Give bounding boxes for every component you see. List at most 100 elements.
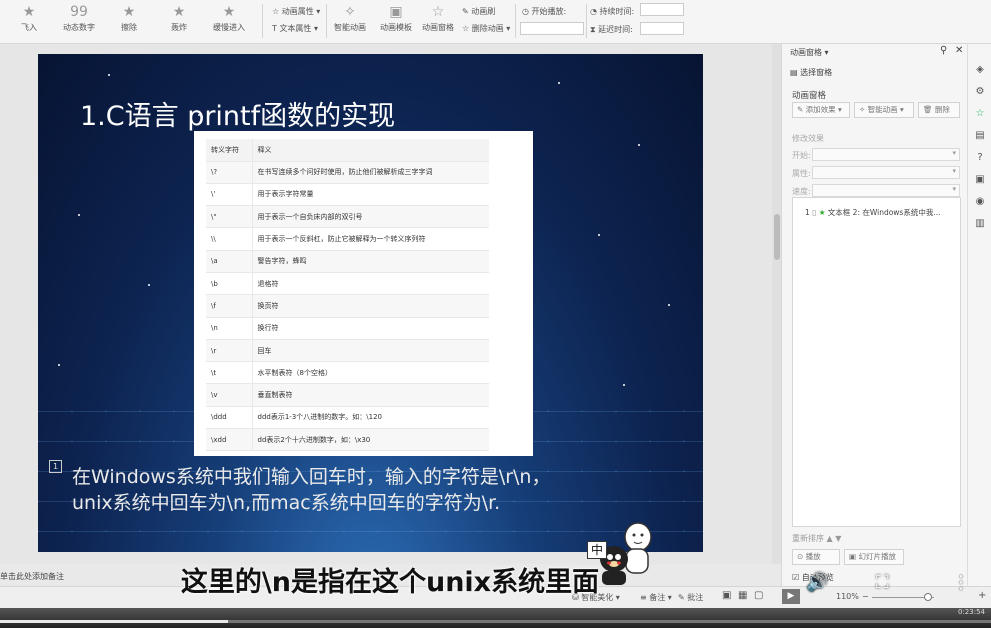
escape-char-table: 转义字符 释义 \? 在书写连续多个问好时使用，防止他们被解析成三字字词 \' 用于表… (206, 139, 489, 452)
slide-paragraph[interactable]: 在Windows系统中我们输入回车时，输入的字符是\r\n， unix系统中回车… (72, 464, 672, 516)
image-icon[interactable]: ▣ (974, 174, 986, 186)
delete-star-icon: ☆ (462, 24, 472, 33)
move-up-icon[interactable]: ▲ (827, 534, 833, 543)
smart-animation-button[interactable]: ✧ 智能动画 (330, 2, 370, 40)
animation-star-icon[interactable]: ☆ (974, 108, 986, 120)
dynamic-number-icon: 99 (70, 4, 88, 20)
wipe-button[interactable]: ★ 擦除 (106, 2, 152, 40)
meaning-cell: 换行符 (252, 317, 489, 340)
escape-char-cell: \' (206, 183, 253, 207)
panel-title[interactable]: 动画窗格 ▾ (790, 47, 829, 58)
table-row: \v 垂直制表符 (206, 383, 489, 407)
object-style-icon[interactable]: ◈ (974, 64, 986, 76)
animation-property-dropdown[interactable]: ☆ 动画属性 ▾ (272, 6, 320, 17)
escape-char-cell: \" (206, 205, 253, 229)
close-icon[interactable]: ✕ (955, 45, 963, 56)
slideshow-play-icon[interactable]: ▶ (782, 589, 800, 604)
animation-pane-button[interactable]: ☆ 动画窗格 (420, 2, 456, 40)
speed-select[interactable] (812, 184, 960, 197)
meaning-cell: 用于表示一个自负床内部的双引号 (252, 205, 489, 229)
pin-icon[interactable]: ⚲ (940, 45, 947, 56)
start-select[interactable] (812, 148, 960, 161)
animation-list[interactable]: 1 ▯ ★ 文本框 2: 在Windows系统中我... (792, 197, 961, 527)
slide-canvas[interactable]: 1.C语言 printf函数的实现 转义字符 释义 \? 在书写连续多个问好时使用… (38, 54, 703, 552)
add-effect-button[interactable]: ✎ 添加效果 ▾ (792, 102, 850, 118)
animation-pane-section-label: 动画窗格 (792, 91, 827, 101)
toolbar-separator (262, 4, 263, 38)
bomb-button[interactable]: ★ 轰炸 (156, 2, 202, 40)
zoom-in-icon[interactable]: + (978, 590, 986, 601)
paragraph-line: 在Windows系统中我们输入回车时，输入的字符是\r\n， (72, 466, 551, 488)
escape-char-cell: \? (206, 161, 253, 184)
animation-template-icon: ▣ (389, 4, 403, 20)
video-time: 0:23:54 (958, 608, 985, 616)
start-label: 开始: (792, 151, 811, 160)
zoom-slider-thumb[interactable] (924, 593, 932, 601)
col-header-escape: 转义字符 (206, 139, 253, 162)
slideshow-button[interactable]: ▣ 幻灯片播放 (844, 549, 904, 565)
meaning-cell: 换页符 (252, 294, 489, 318)
table-row: \xdd dd表示2个十六进制数字，如：\x30 (206, 428, 489, 452)
clock-icon: ◷ (522, 7, 532, 16)
move-down-icon[interactable]: ▼ (835, 534, 841, 543)
escape-char-cell: \ddd (206, 406, 253, 430)
animation-pane-icon: ☆ (431, 4, 445, 20)
ime-indicator[interactable]: 中 (587, 541, 607, 559)
video-progress-bar[interactable] (0, 620, 991, 623)
delay-icon: ⧗ (590, 25, 599, 34)
book-icon[interactable]: ▥ (974, 218, 986, 230)
slides-icon[interactable]: ▤ (974, 130, 986, 142)
right-icon-rail: ◈ ⚙ ☆ ▤ ? ▣ ◉ ▥ (967, 44, 991, 586)
animation-list-item[interactable]: 1 ▯ ★ 文本框 2: 在Windows系统中我... (805, 207, 941, 218)
paragraph-number-badge: 1 (49, 460, 62, 473)
slide-title[interactable]: 1.C语言 printf函数的实现 (80, 94, 395, 133)
delay-stepper[interactable] (640, 22, 684, 35)
speed-label: 速度: (792, 187, 811, 196)
paragraph-line: unix系统中回车为\n,而mac系统中回车的字符为\r. (72, 492, 501, 514)
scroll-thumb[interactable] (774, 214, 780, 260)
delay-label: ⧗ 延迟时间: (590, 25, 633, 34)
start-play-select[interactable] (520, 22, 584, 35)
play-button[interactable]: ⊙ 播放 (792, 549, 840, 565)
escape-char-cell: \\ (206, 227, 253, 251)
meaning-cell: 用于表示一个反斜杠，防止它被解释为一个转义序列符 (252, 227, 489, 251)
animation-brush-button[interactable]: ✎ 动画刷 (462, 6, 495, 17)
escape-char-cell: \n (206, 317, 253, 340)
duration-stepper[interactable] (640, 3, 684, 16)
table-row: \t 水平制表符（8个空格） (206, 361, 489, 385)
reorder-label: 重新排序 ▲ ▼ (792, 534, 842, 543)
properties-icon[interactable]: ⚙ (974, 86, 986, 98)
fullscreen-icon[interactable]: ⛶ (876, 572, 889, 593)
table-row: \n 换行符 (206, 317, 489, 340)
start-play-label: ◷ 开始播放: (522, 7, 567, 16)
property-select[interactable] (812, 166, 960, 179)
delete-effect-button[interactable]: 🗑 删除 (918, 102, 960, 118)
escape-char-cell: \t (206, 361, 253, 385)
more-options-icon[interactable]: ⋮ (952, 572, 970, 593)
animation-template-button[interactable]: ▣ 动画模板 (374, 2, 418, 40)
wipe-icon: ★ (122, 4, 136, 20)
escape-table-image[interactable]: 转义字符 释义 \? 在书写连续多个问好时使用，防止他们被解析成三字字词 \' 用于表… (194, 131, 533, 456)
table-row: \r 回车 (206, 339, 489, 363)
volume-icon[interactable]: 🔊 (806, 572, 828, 593)
location-icon[interactable]: ◉ (974, 196, 986, 208)
brush-icon: ✎ (462, 7, 472, 16)
meaning-cell: 用于表示字符常量 (252, 183, 489, 207)
workarea-scrollbar[interactable] (772, 44, 781, 564)
fly-in-button[interactable]: ★ 飞入 (6, 2, 52, 40)
escape-char-cell: \r (206, 339, 253, 363)
help-icon[interactable]: ? (974, 152, 986, 164)
select-pane-button[interactable]: ▤ 选择窗格 (790, 67, 832, 78)
meaning-cell: 垂直制表符 (252, 383, 489, 407)
zoom-out-icon[interactable]: − (862, 592, 869, 601)
smart-animation-panel-button[interactable]: ✧ 智能动画 ▾ (854, 102, 914, 118)
table-row: \b 退格符 (206, 272, 489, 296)
dynamic-number-button[interactable]: 99 动态数字 (56, 2, 102, 40)
property-label: 属性: (792, 169, 811, 178)
slow-enter-button[interactable]: ★ 缓慢进入 (206, 2, 252, 40)
delete-animation-button[interactable]: ☆ 删除动画 ▾ (462, 23, 510, 34)
text-property-dropdown[interactable]: T 文本属性 ▾ (272, 23, 318, 34)
select-pane-icon: ▤ (790, 68, 801, 77)
meaning-cell: 在书写连续多个问好时使用，防止他们被解析成三字字词 (252, 161, 489, 184)
timer-icon: ◔ (590, 7, 600, 16)
